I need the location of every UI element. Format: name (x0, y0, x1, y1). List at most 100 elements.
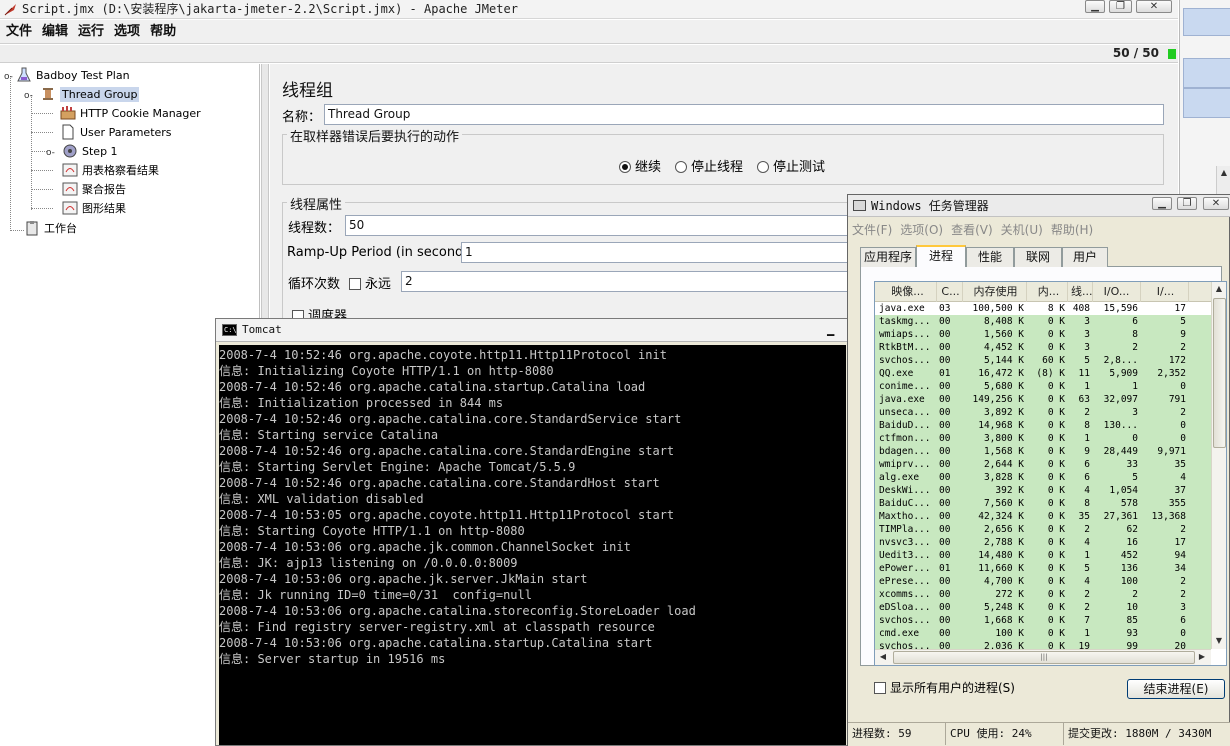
tree-node-step[interactable]: o- Step 1 (46, 142, 118, 161)
console-line: 2008-7-4 10:53:06 org.apache.catalina.st… (219, 604, 696, 618)
table-row[interactable]: wmiprv... 00 2,644 K 0 K 6 33 35 (875, 458, 1211, 471)
table-row[interactable]: eDSloa... 00 5,248 K 0 K 2 10 3 (875, 601, 1211, 614)
tm-close-button[interactable]: ✕ (1203, 197, 1229, 210)
menu-help[interactable]: 帮助 (145, 20, 181, 43)
scroll-right-arrow-icon[interactable]: ▶ (1195, 650, 1209, 664)
tree-node-results-table[interactable]: 用表格察看结果 (62, 161, 159, 180)
table-row[interactable]: wmiaps... 00 1,560 K 0 K 3 8 9 (875, 328, 1211, 341)
column-header[interactable]: C... (939, 282, 963, 302)
radio-stop-thread[interactable]: 停止线程 (675, 156, 743, 175)
loop-count-field[interactable]: 2 (401, 271, 855, 292)
scroll-left-arrow-icon[interactable]: ◀ (876, 650, 890, 664)
table-cell: 791 (1168, 394, 1186, 405)
tab-performance[interactable]: 性能 (966, 247, 1014, 267)
process-list-hscroll[interactable]: ◀ ||| ▶ (875, 649, 1211, 665)
maximize-button[interactable]: ❐ (1109, 0, 1132, 13)
table-cell: 0 K (1047, 563, 1065, 574)
scroll-up-arrow-icon[interactable]: ▲ (1212, 282, 1226, 296)
table-row[interactable]: ctfmon... 00 3,800 K0 K100 (875, 432, 1211, 445)
end-process-button[interactable]: 结束进程(E) (1127, 679, 1225, 699)
table-row[interactable]: taskmg... 00 8,408 K 0 K 3 6 5 (875, 315, 1211, 328)
table-row[interactable]: conime... 00 5,680 K 0 K 1 1 0 (875, 380, 1211, 393)
table-cell: 3 (1084, 316, 1090, 327)
table-row[interactable]: ePower... 01 11,660 K 0 K 5 136 34 (875, 562, 1211, 575)
vscroll-thumb[interactable] (1213, 298, 1226, 448)
table-cell: 408 (1072, 303, 1090, 314)
table-cell: 00 (939, 316, 951, 327)
close-button[interactable]: ✕ (1136, 0, 1172, 13)
table-row[interactable]: unseca... 00 3,892 K 0 K 2 3 2 (875, 406, 1211, 419)
tm-minimize-button[interactable]: ▁ (1152, 197, 1172, 210)
menu-run[interactable]: 运行 (73, 20, 109, 43)
table-cell: 3 (1084, 329, 1090, 340)
tomcat-console-window: C:\ Tomcat ▁ 2008-7-4 10:52:46 org.apach… (215, 318, 848, 746)
tree-node-graph-results[interactable]: 图形结果 (62, 199, 126, 218)
tree-node-user-parameters[interactable]: User Parameters (60, 123, 172, 142)
tree-node-cookie-manager[interactable]: HTTP Cookie Manager (60, 104, 201, 123)
table-row[interactable]: bdagen... 00 1,568 K 0 K 9 28,449 9,971 (875, 445, 1211, 458)
table-row[interactable]: java.exe 00 149,256 K 0 K 63 32,097 791 (875, 393, 1211, 406)
table-row[interactable]: svchos... 00 1,668 K 0 K 7 85 6 (875, 614, 1211, 627)
tm-maximize-button[interactable]: ❐ (1177, 197, 1197, 210)
scroll-up-arrow-icon[interactable]: ▲ (1216, 166, 1230, 194)
table-row[interactable]: Maxtho... 00 42,324 K 0 K 35 27,361 13,368 (875, 510, 1211, 523)
tm-menu-file[interactable]: 文件(F) (848, 220, 896, 240)
tree-node-thread-group[interactable]: o- Thread Group (24, 85, 140, 104)
table-cell: 5 (1180, 316, 1186, 327)
console-line: 2008-7-4 10:53:06 org.apache.catalina.st… (219, 636, 653, 650)
process-list-vscroll[interactable]: ▲ ▼ (1211, 282, 1226, 649)
tab-processes[interactable]: 进程 (916, 245, 966, 267)
table-row[interactable]: DeskWi... 00 392 K 0 K 4 1,054 37 (875, 484, 1211, 497)
tree-node-workbench[interactable]: 工作台 (24, 219, 77, 238)
threads-field[interactable]: 50 (345, 215, 855, 236)
tree-node-test-plan[interactable]: o- Badboy Test Plan (4, 66, 130, 85)
menu-edit[interactable]: 编辑 (37, 20, 73, 43)
tab-users[interactable]: 用户 (1062, 247, 1108, 267)
table-row[interactable]: BaiduC... 00 7,560 K 0 K 8 578 355 (875, 497, 1211, 510)
table-row[interactable]: nvsvc3... 00 2,788 K 0 K 4 16 17 (875, 536, 1211, 549)
table-row[interactable]: Uedit3... 00 14,480 K 0 K 1 452 94 (875, 549, 1211, 562)
table-row[interactable]: cmd.exe 00 100 K 0 K 1 93 0 (875, 627, 1211, 640)
table-row[interactable]: BaiduD... 00 14,968 K 0 K 8 130... 0 (875, 419, 1211, 432)
name-field[interactable]: Thread Group (324, 104, 1164, 125)
column-header[interactable]: I/... (1143, 282, 1189, 302)
column-header[interactable]: 线... (1071, 282, 1093, 302)
table-row[interactable]: svchos... 00 5,144 K 60 K 5 2,8... 172 (875, 354, 1211, 367)
tm-menu-help[interactable]: 帮助(H) (1047, 220, 1097, 240)
scroll-down-arrow-icon[interactable]: ▼ (1212, 634, 1226, 648)
table-row[interactable]: RtkBtM... 00 4,452 K 0 K 3 2 2 (875, 341, 1211, 354)
table-row[interactable]: alg.exe 00 3,828 K 0 K 6 5 4 (875, 471, 1211, 484)
table-cell: 4 (1084, 537, 1090, 548)
column-header[interactable]: 内存使用 (965, 282, 1027, 302)
minimize-button[interactable]: ▁ (1085, 0, 1105, 13)
tm-menu-options[interactable]: 选项(O) (896, 220, 947, 240)
rampup-field[interactable]: 1 (461, 242, 855, 263)
radio-stop-test[interactable]: 停止测试 (757, 156, 825, 175)
table-row[interactable]: xcomms... 00 272 K 0 K 2 2 2 (875, 588, 1211, 601)
column-header[interactable]: 映像... (879, 282, 937, 302)
console-minimize-button[interactable]: ▁ (827, 322, 839, 338)
table-row[interactable]: java.exe 03 100,500 K 8 K 408 15,596 17 (875, 302, 1211, 315)
console-line: 信息: XML validation disabled (219, 492, 424, 506)
table-cell: 00 (939, 355, 951, 366)
hscroll-thumb[interactable]: ||| (893, 651, 1195, 664)
table-cell: 03 (939, 303, 951, 314)
table-row[interactable]: TIMPla... 00 2,656 K 0 K 2 62 2 (875, 523, 1211, 536)
table-cell: 3 (1180, 602, 1186, 613)
tab-networking[interactable]: 联网 (1014, 247, 1062, 267)
tm-menu-shutdown[interactable]: 关机(U) (997, 220, 1047, 240)
forever-checkbox[interactable]: 永远 (349, 273, 391, 292)
console-line: 2008-7-4 10:52:46 org.apache.catalina.st… (219, 380, 646, 394)
menu-options[interactable]: 选项 (109, 20, 145, 43)
table-row[interactable]: ePrese... 00 4,700 K 0 K 4 100 2 (875, 575, 1211, 588)
table-row[interactable]: QQ.exe 01 16,472 K (8) K 11 5,909 2,352 (875, 367, 1211, 380)
column-header[interactable]: I/O... (1093, 282, 1141, 302)
tm-menu-view[interactable]: 查看(V) (947, 220, 997, 240)
show-all-users-checkbox[interactable]: 显示所有用户的进程(S) (874, 679, 1015, 696)
menu-file[interactable]: 文件 (0, 20, 37, 43)
column-header[interactable]: 内... (1030, 282, 1068, 302)
console-line: 信息: Starting service Catalina (219, 428, 439, 442)
radio-continue[interactable]: 继续 (619, 156, 661, 175)
tree-node-aggregate-report[interactable]: 聚合报告 (62, 180, 126, 199)
tab-applications[interactable]: 应用程序 (860, 247, 916, 267)
